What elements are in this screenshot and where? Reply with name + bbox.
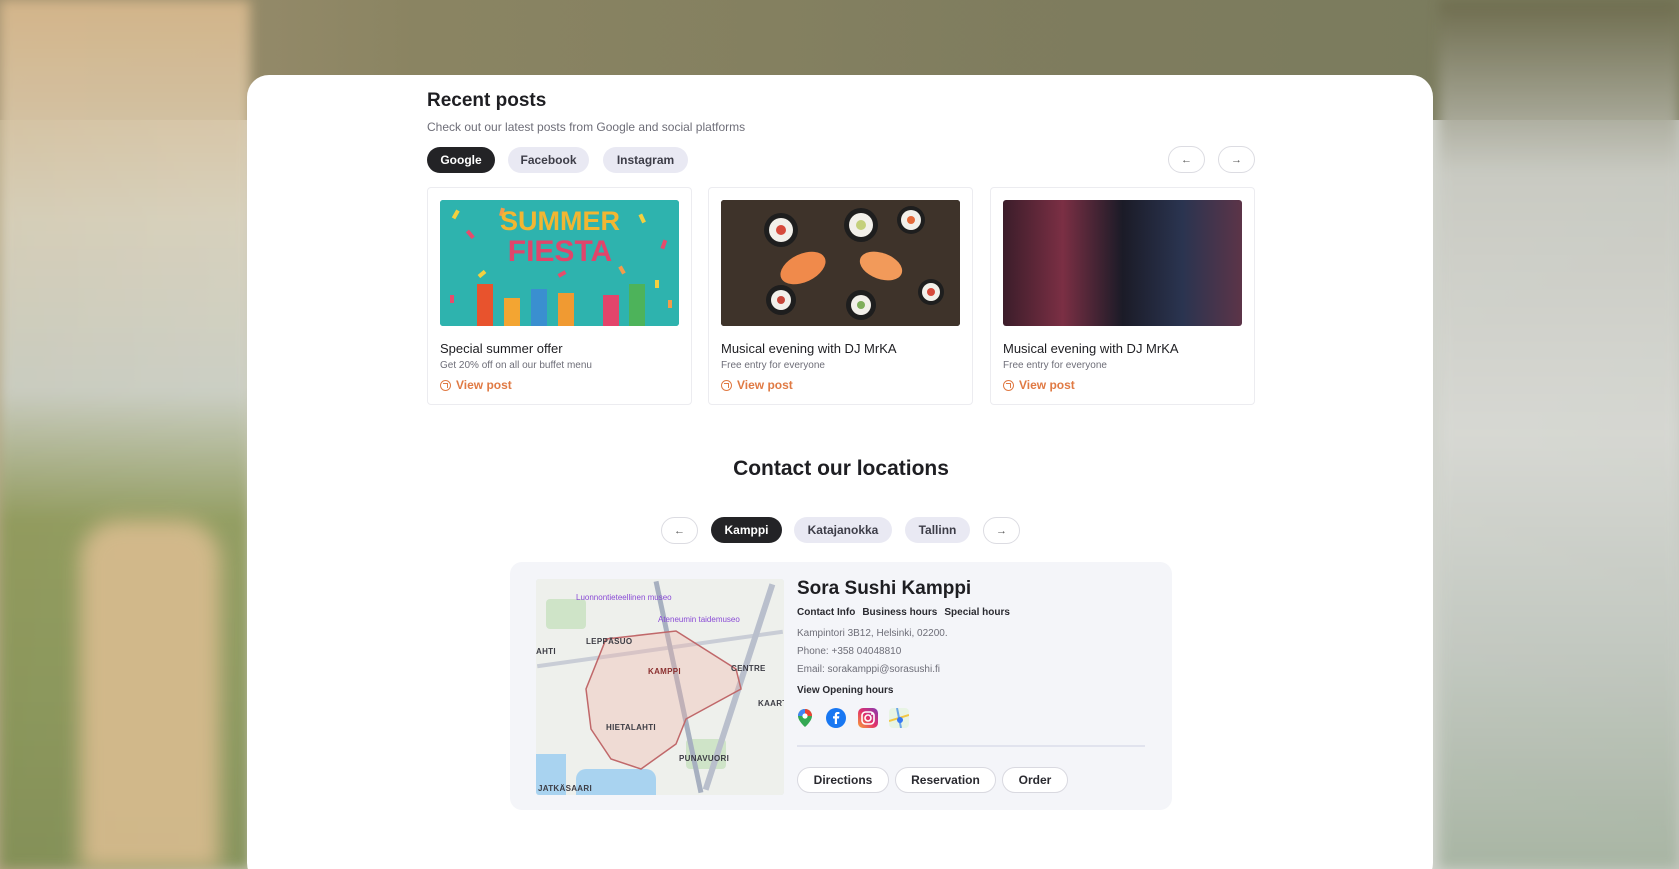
divider — [797, 745, 1145, 747]
recent-posts-title: Recent posts — [427, 90, 547, 111]
arrow-left-icon: ← — [674, 524, 685, 537]
instagram-icon[interactable] — [858, 708, 878, 728]
map-label: Luonnontieteellinen museo — [576, 593, 672, 602]
map-label: Ateneumin taidemuseo — [658, 615, 740, 624]
tab-business-hours[interactable]: Business hours — [862, 607, 937, 618]
map-label: KAART — [758, 699, 784, 708]
post-image-sushi — [721, 200, 960, 326]
tab-google[interactable]: Google — [427, 147, 495, 173]
contact-title: Contact our locations — [733, 457, 949, 480]
content-panel: Recent posts Check out our latest posts … — [247, 75, 1433, 869]
tab-facebook[interactable]: Facebook — [508, 147, 589, 173]
external-link-icon — [1003, 379, 1014, 391]
post-title: Musical evening with DJ MrKA — [721, 341, 897, 356]
arrow-right-icon: → — [996, 524, 1007, 537]
external-link-icon — [721, 379, 732, 391]
post-card[interactable]: SUMMER FIESTA Special summer offer Get 2… — [427, 187, 692, 405]
fiesta-text-1: SUMMER — [500, 206, 620, 236]
post-card[interactable]: Musical evening with DJ MrKA Free entry … — [990, 187, 1255, 405]
location-map[interactable]: Luonnontieteellinen museo Ateneumin taid… — [536, 579, 784, 795]
location-info-tabs: Contact Info Business hours Special hour… — [797, 607, 1010, 618]
posts-next-button[interactable]: → — [1218, 146, 1255, 173]
map-label: CENTRE — [731, 664, 766, 673]
location-phone: Phone: +358 04048810 — [797, 646, 902, 657]
tab-contact-info[interactable]: Contact Info — [797, 607, 855, 618]
map-label: HIETALAHTI — [606, 723, 656, 732]
map-label: JATKÄSAARI — [538, 784, 592, 793]
kamppi-boundary — [585, 630, 742, 770]
post-subtitle: Get 20% off on all our buffet menu — [440, 360, 592, 371]
apple-maps-icon[interactable] — [889, 708, 909, 728]
tab-kamppi[interactable]: Kamppi — [711, 517, 782, 543]
post-image-dj — [1003, 200, 1242, 326]
recent-posts-subtitle: Check out our latest posts from Google a… — [427, 120, 746, 134]
location-name: Sora Sushi Kamppi — [797, 578, 972, 599]
tab-instagram[interactable]: Instagram — [603, 147, 688, 173]
view-post-label: View post — [1019, 378, 1075, 392]
post-card[interactable]: Musical evening with DJ MrKA Free entry … — [708, 187, 973, 405]
arrow-right-icon: → — [1231, 153, 1242, 166]
background-fork — [80, 520, 220, 869]
fiesta-text-2: FIESTA — [508, 235, 612, 268]
location-address: Kampintori 3B12, Helsinki, 02200. — [797, 628, 948, 639]
view-post-label: View post — [456, 378, 512, 392]
view-post-link[interactable]: View post — [440, 378, 512, 392]
map-label: LEPPÄSUO — [586, 637, 633, 646]
post-subtitle: Free entry for everyone — [1003, 360, 1107, 371]
posts-prev-button[interactable]: ← — [1168, 146, 1205, 173]
google-maps-icon[interactable] — [795, 708, 815, 728]
directions-button[interactable]: Directions — [797, 767, 889, 793]
tab-special-hours[interactable]: Special hours — [944, 607, 1010, 618]
locations-prev-button[interactable]: ← — [661, 517, 698, 544]
reservation-button[interactable]: Reservation — [895, 767, 996, 793]
post-title: Special summer offer — [440, 341, 563, 356]
post-subtitle: Free entry for everyone — [721, 360, 825, 371]
view-opening-hours-link[interactable]: View Opening hours — [797, 685, 894, 696]
location-email: Email: sorakamppi@sorasushi.fi — [797, 664, 940, 675]
tab-tallinn[interactable]: Tallinn — [905, 517, 970, 543]
view-post-link[interactable]: View post — [1003, 378, 1075, 392]
map-label: AHTI — [536, 647, 556, 656]
map-label: KAMPPI — [648, 667, 681, 676]
locations-next-button[interactable]: → — [983, 517, 1020, 544]
post-title: Musical evening with DJ MrKA — [1003, 341, 1179, 356]
external-link-icon — [440, 379, 451, 391]
view-post-label: View post — [737, 378, 793, 392]
order-button[interactable]: Order — [1002, 767, 1068, 793]
location-card: Luonnontieteellinen museo Ateneumin taid… — [510, 562, 1172, 810]
background-right — [1439, 0, 1679, 869]
arrow-left-icon: ← — [1181, 153, 1192, 166]
map-label: PUNAVUORI — [679, 754, 730, 763]
post-image-summer-fiesta: SUMMER FIESTA — [440, 200, 679, 326]
tab-katajanokka[interactable]: Katajanokka — [794, 517, 892, 543]
facebook-icon[interactable] — [826, 708, 846, 728]
view-post-link[interactable]: View post — [721, 378, 793, 392]
